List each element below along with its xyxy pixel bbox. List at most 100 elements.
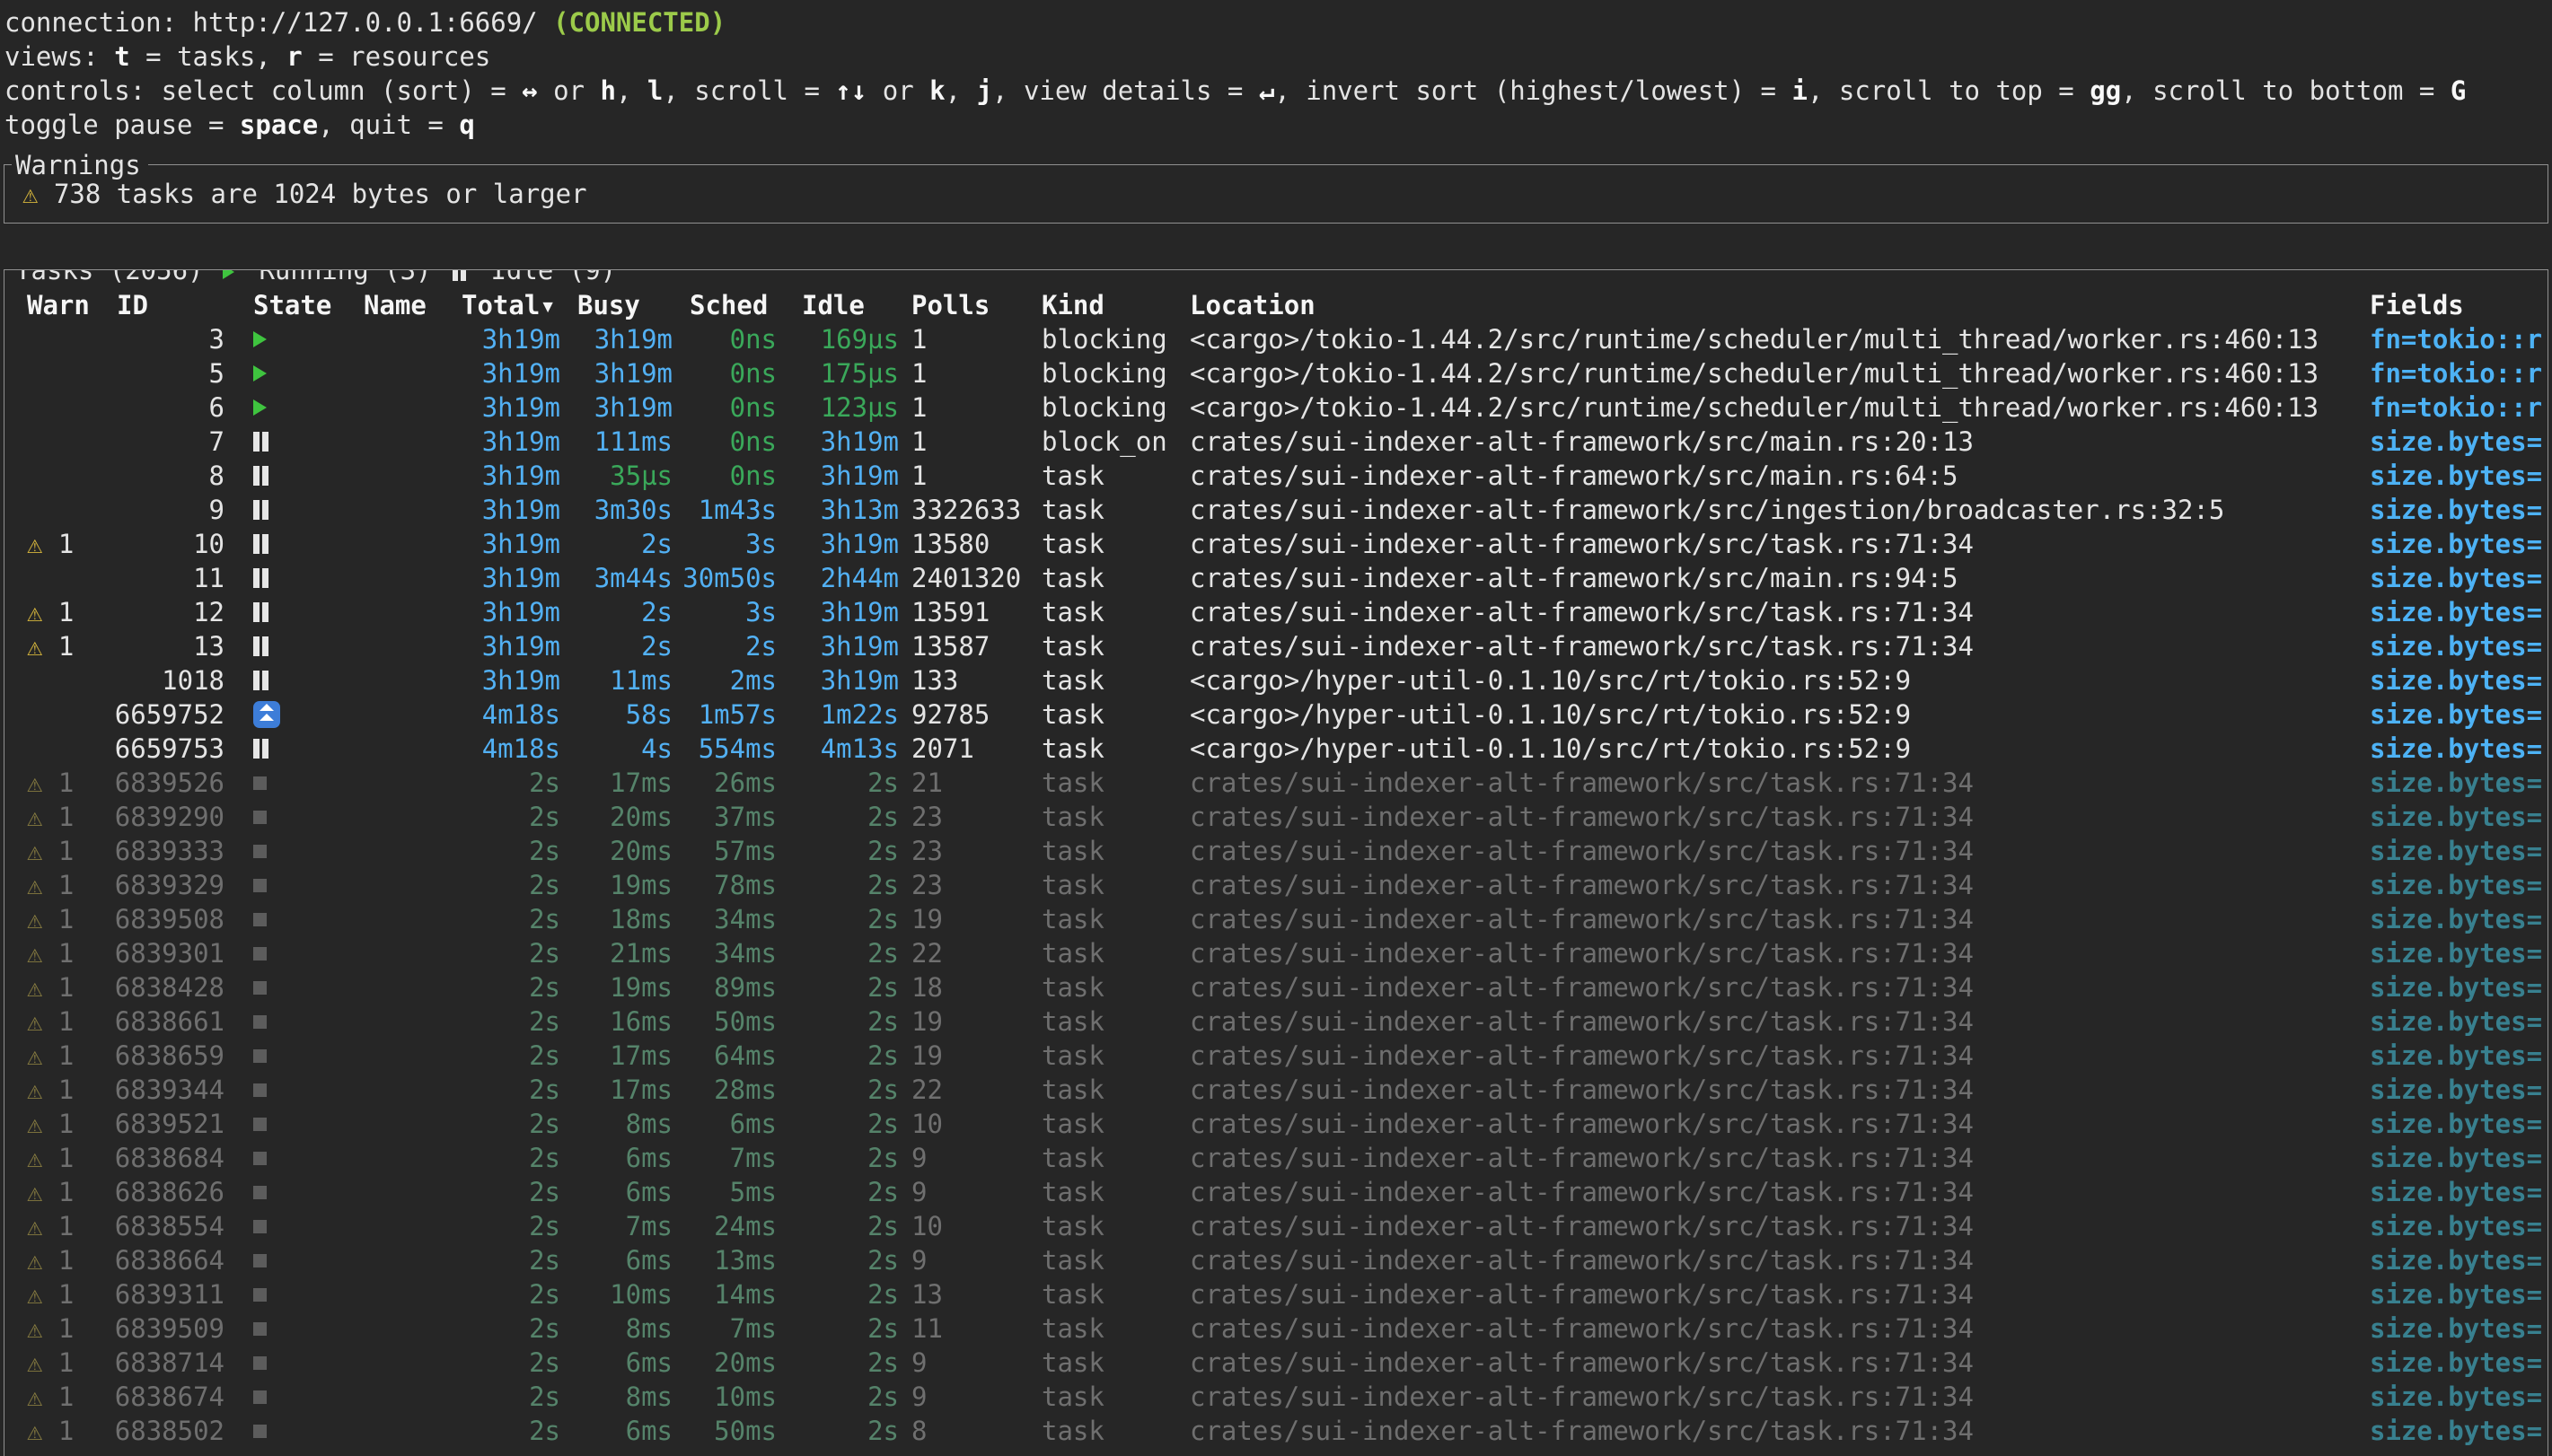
cell-idle: 2h44m	[777, 561, 899, 595]
cell-warn	[4, 390, 103, 425]
column-header-sched[interactable]: Sched	[673, 288, 777, 322]
task-row[interactable]: ⚠ 168395262s17ms26ms2s21taskcrates/sui-i…	[4, 766, 2548, 800]
cell-location: crates/sui-indexer-alt-framework/src/tas…	[1177, 1175, 2370, 1209]
cell-kind: task	[1029, 868, 1177, 902]
task-row[interactable]: ⚠ 168395092s8ms7ms2s11taskcrates/sui-ind…	[4, 1311, 2548, 1346]
cell-warn: ⚠ 1	[4, 970, 103, 1004]
cell-id: 7	[103, 425, 224, 459]
task-row[interactable]: 66597524m18s58s1m57s1m22s92785task<cargo…	[4, 697, 2548, 732]
column-header-location[interactable]: Location	[1177, 288, 2370, 322]
task-row[interactable]: 10183h19m11ms2ms3h19m133task<cargo>/hype…	[4, 663, 2548, 697]
play-icon	[253, 365, 267, 382]
task-row[interactable]: ⚠ 168395212s8ms6ms2s10taskcrates/sui-ind…	[4, 1107, 2548, 1141]
task-row[interactable]: ⚠ 168386842s6ms7ms2s9taskcrates/sui-inde…	[4, 1141, 2548, 1175]
column-header-polls[interactable]: Polls	[899, 288, 1029, 322]
cell-name	[334, 356, 427, 390]
cell-id: 6838626	[103, 1175, 224, 1209]
task-row[interactable]: ⚠ 168385542s7ms24ms2s10taskcrates/sui-in…	[4, 1209, 2548, 1243]
cell-location: crates/sui-indexer-alt-framework/src/tas…	[1177, 936, 2370, 970]
play-icon	[253, 331, 267, 347]
task-row[interactable]: ⚠ 1103h19m2s3s3h19m13580taskcrates/sui-i…	[4, 527, 2548, 561]
task-row[interactable]: 63h19m3h19m0ns123µs1blocking<cargo>/toki…	[4, 390, 2548, 425]
cell-state	[224, 1414, 334, 1448]
task-row[interactable]: 83h19m35µs0ns3h19m1taskcrates/sui-indexe…	[4, 459, 2548, 493]
task-row[interactable]: ⚠ 168386742s8ms10ms2s9taskcrates/sui-ind…	[4, 1380, 2548, 1414]
column-header-fields[interactable]: Fields	[2370, 288, 2548, 322]
task-row[interactable]: ⚠ 168393442s17ms28ms2s22taskcrates/sui-i…	[4, 1073, 2548, 1107]
cell-kind: task	[1029, 1073, 1177, 1107]
cell-polls: 22	[899, 1073, 1029, 1107]
cell-warn: ⚠ 1	[4, 1004, 103, 1039]
tokio-console-screen: connection: http://127.0.0.1:6669/ (CONN…	[0, 0, 2552, 1456]
text-segment: gg	[2090, 75, 2121, 106]
cell-busy: 8ms	[560, 1107, 673, 1141]
cell-warn: ⚠ 1	[4, 1346, 103, 1380]
column-header-kind[interactable]: Kind	[1029, 288, 1177, 322]
task-row[interactable]: 33h19m3h19m0ns169µs1blocking<cargo>/toki…	[4, 322, 2548, 356]
task-row[interactable]: ⚠ 168393012s21ms34ms2s22taskcrates/sui-i…	[4, 936, 2548, 970]
cell-name	[334, 493, 427, 527]
column-header-idle[interactable]: Idle	[777, 288, 899, 322]
stop-icon	[253, 1254, 267, 1267]
cell-busy: 3h19m	[560, 390, 673, 425]
cell-fields: size.bytes=	[2370, 561, 2548, 595]
cell-idle: 169µs	[777, 322, 899, 356]
task-row[interactable]: 53h19m3h19m0ns175µs1blocking<cargo>/toki…	[4, 356, 2548, 390]
task-row[interactable]: ⚠ 168386592s17ms64ms2s19taskcrates/sui-i…	[4, 1039, 2548, 1073]
task-row[interactable]: 73h19m111ms0ns3h19m1block_oncrates/sui-i…	[4, 425, 2548, 459]
cell-location: crates/sui-indexer-alt-framework/src/tas…	[1177, 1107, 2370, 1141]
cell-total: 2s	[427, 1243, 560, 1277]
text-segment: controls: select column (sort) =	[4, 75, 522, 106]
task-row[interactable]: 93h19m3m30s1m43s3h13m3322633taskcrates/s…	[4, 493, 2548, 527]
cell-id: 11	[103, 561, 224, 595]
task-row[interactable]: ⚠ 168395082s18ms34ms2s19taskcrates/sui-i…	[4, 902, 2548, 936]
task-row[interactable]: 66597534m18s4s554ms4m13s2071task<cargo>/…	[4, 732, 2548, 766]
stop-icon	[253, 1118, 267, 1131]
column-header-id[interactable]: ID	[103, 288, 224, 322]
stop-icon	[253, 1356, 267, 1370]
column-header-total[interactable]: Total▾	[427, 288, 560, 322]
cell-idle: 2s	[777, 1414, 899, 1448]
task-row[interactable]: ⚠ 168393292s19ms78ms2s23taskcrates/sui-i…	[4, 868, 2548, 902]
cell-name	[334, 732, 427, 766]
cell-name	[334, 1073, 427, 1107]
task-row[interactable]: ⚠ 168393112s10ms14ms2s13taskcrates/sui-i…	[4, 1277, 2548, 1311]
task-row[interactable]: ⚠ 1133h19m2s2s3h19m13587taskcrates/sui-i…	[4, 629, 2548, 663]
column-header-warn[interactable]: Warn	[4, 288, 103, 322]
cell-idle: 2s	[777, 1039, 899, 1073]
column-header-busy[interactable]: Busy	[560, 288, 673, 322]
cell-total: 2s	[427, 1380, 560, 1414]
task-row[interactable]: ⚠ 168386612s16ms50ms2s19taskcrates/sui-i…	[4, 1004, 2548, 1039]
column-header-state[interactable]: State	[224, 288, 334, 322]
cell-busy: 19ms	[560, 970, 673, 1004]
cell-warn	[4, 697, 103, 732]
cell-fields: size.bytes=	[2370, 902, 2548, 936]
task-row[interactable]: ⚠ 168386642s6ms13ms2s9taskcrates/sui-ind…	[4, 1243, 2548, 1277]
cell-state	[224, 936, 334, 970]
cell-sched: 5ms	[673, 1175, 777, 1209]
task-row[interactable]: ⚠ 168385022s6ms50ms2s8taskcrates/sui-ind…	[4, 1414, 2548, 1448]
task-row[interactable]: ⚠ 168384282s19ms89ms2s18taskcrates/sui-i…	[4, 970, 2548, 1004]
task-row[interactable]: ⚠ 168386262s6ms5ms2s9taskcrates/sui-inde…	[4, 1175, 2548, 1209]
cell-polls: 21	[899, 766, 1029, 800]
cell-fields: size.bytes=	[2370, 1311, 2548, 1346]
cell-kind: task	[1029, 1243, 1177, 1277]
cell-id: 13	[103, 629, 224, 663]
task-row[interactable]: 113h19m3m44s30m50s2h44m2401320taskcrates…	[4, 561, 2548, 595]
cell-idle: 2s	[777, 1004, 899, 1039]
cell-state	[224, 629, 334, 663]
cell-polls: 1	[899, 390, 1029, 425]
cell-warn	[4, 425, 103, 459]
task-row[interactable]: ⚠ 168393332s20ms57ms2s23taskcrates/sui-i…	[4, 834, 2548, 868]
cell-warn: ⚠ 1	[4, 1311, 103, 1346]
task-row[interactable]: ⚠ 168387142s6ms20ms2s9taskcrates/sui-ind…	[4, 1346, 2548, 1380]
warning-icon: ⚠	[27, 1143, 42, 1173]
cell-sched: 64ms	[673, 1039, 777, 1073]
stop-icon	[253, 1015, 267, 1029]
column-header-name[interactable]: Name	[334, 288, 427, 322]
cell-busy: 21ms	[560, 936, 673, 970]
cell-busy: 17ms	[560, 766, 673, 800]
task-row[interactable]: ⚠ 1123h19m2s3s3h19m13591taskcrates/sui-i…	[4, 595, 2548, 629]
task-row[interactable]: ⚠ 168392902s20ms37ms2s23taskcrates/sui-i…	[4, 800, 2548, 834]
cell-total: 3h19m	[427, 629, 560, 663]
